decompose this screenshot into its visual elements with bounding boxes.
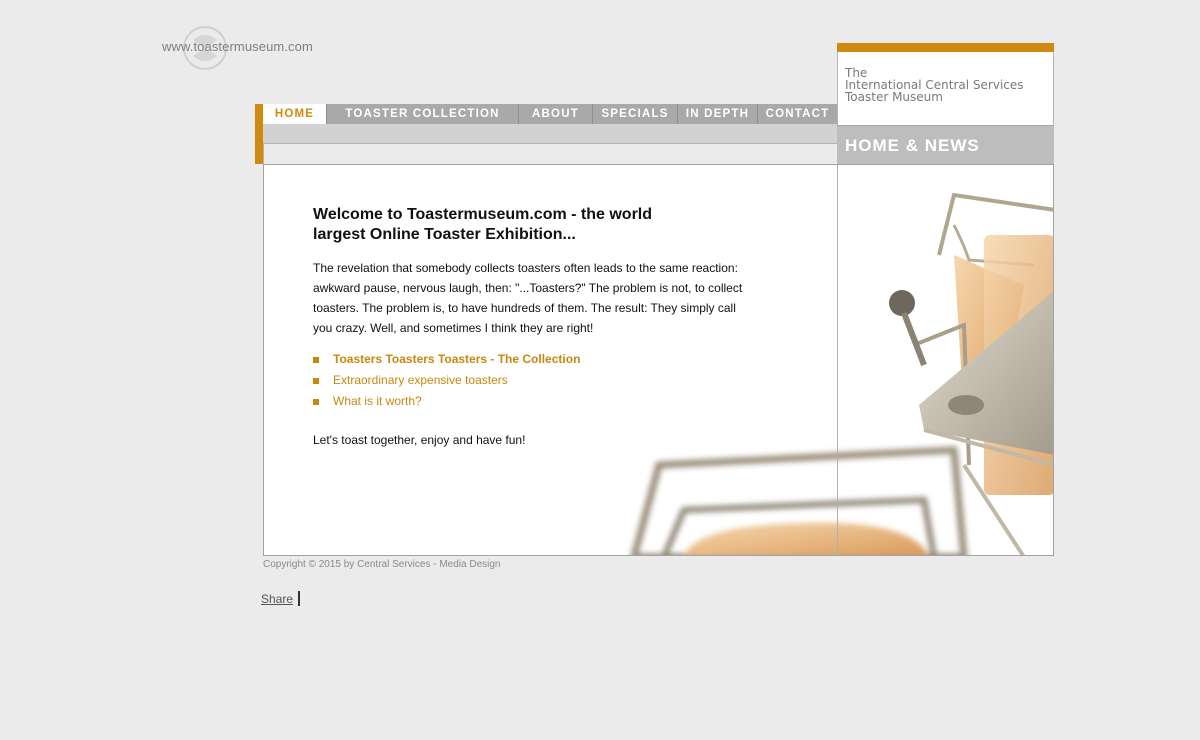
intro-paragraph: The revelation that somebody collects to…: [313, 261, 743, 335]
welcome-heading-line: Welcome to Toastermuseum.com - the world: [313, 206, 653, 223]
welcome-heading-line: largest Online Toaster Exhibition...: [313, 226, 576, 243]
site-logo[interactable]: www.toastermuseum.com: [162, 24, 332, 72]
square-bullet-icon: [313, 357, 319, 363]
museum-title: The International Central Services Toast…: [845, 67, 1024, 103]
sub-nav-bar: [263, 124, 837, 144]
list-item: Toasters Toasters Toasters - The Collect…: [313, 349, 580, 370]
sub-nav-spacer: [263, 144, 837, 164]
square-bullet-icon: [313, 399, 319, 405]
museum-title-line: Toaster Museum: [845, 90, 943, 104]
accent-bar: [837, 43, 1054, 52]
nav-item-contact[interactable]: CONTACT: [758, 104, 837, 124]
main-content-panel: Welcome to Toastermuseum.com - the world…: [263, 164, 1054, 556]
welcome-heading: Welcome to Toastermuseum.com - the world…: [313, 205, 693, 245]
nav-item-home[interactable]: HOME: [263, 104, 327, 124]
panel-divider: [837, 165, 838, 555]
nav-item-about[interactable]: ABOUT: [519, 104, 593, 124]
share-link[interactable]: Share: [261, 592, 293, 606]
nav-accent-bar: [255, 104, 263, 164]
list-item: Extraordinary expensive toasters: [313, 370, 580, 391]
feature-links: Toasters Toasters Toasters - The Collect…: [313, 349, 580, 412]
copyright-text: Copyright © 2015 by Central Services - M…: [263, 559, 501, 570]
closing-text: Let's toast together, enjoy and have fun…: [313, 433, 526, 447]
list-item: What is it worth?: [313, 391, 580, 412]
nav-item-in-depth[interactable]: IN DEPTH: [678, 104, 758, 124]
site-url-text: www.toastermuseum.com: [162, 39, 313, 54]
share-separator: [298, 591, 300, 606]
worth-link[interactable]: What is it worth?: [333, 394, 422, 408]
museum-title-box: The International Central Services Toast…: [837, 43, 1054, 125]
expensive-toasters-link[interactable]: Extraordinary expensive toasters: [333, 373, 508, 387]
nav-item-toaster-collection[interactable]: TOASTER COLLECTION: [327, 104, 519, 124]
collection-link[interactable]: Toasters Toasters Toasters - The Collect…: [333, 352, 580, 366]
square-bullet-icon: [313, 378, 319, 384]
section-title: HOME & NEWS: [845, 136, 980, 155]
main-nav: HOME TOASTER COLLECTION ABOUT SPECIALS I…: [263, 104, 837, 124]
section-header: HOME & NEWS: [837, 125, 1054, 165]
nav-item-specials[interactable]: SPECIALS: [593, 104, 678, 124]
